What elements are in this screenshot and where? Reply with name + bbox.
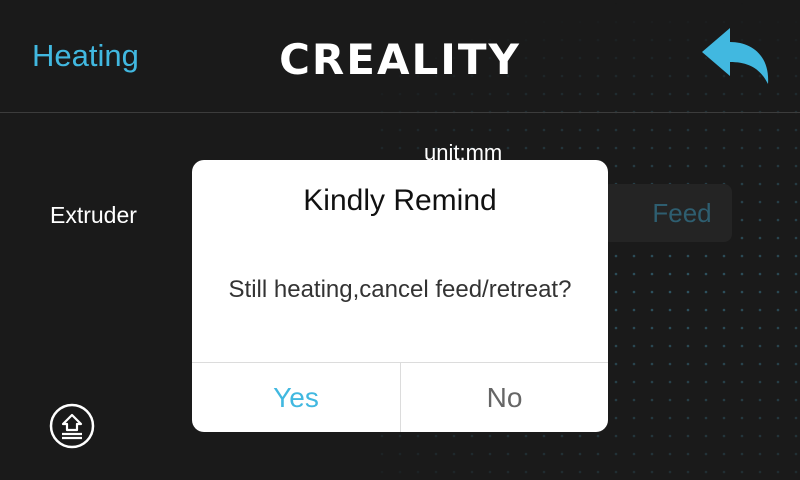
dialog-title: Kindly Remind: [303, 184, 497, 217]
no-button[interactable]: No: [401, 363, 608, 432]
confirm-dialog: Kindly Remind Still heating,cancel feed/…: [192, 160, 608, 432]
yes-button[interactable]: Yes: [192, 363, 400, 432]
dialog-message: Still heating,cancel feed/retreat?: [228, 276, 572, 303]
